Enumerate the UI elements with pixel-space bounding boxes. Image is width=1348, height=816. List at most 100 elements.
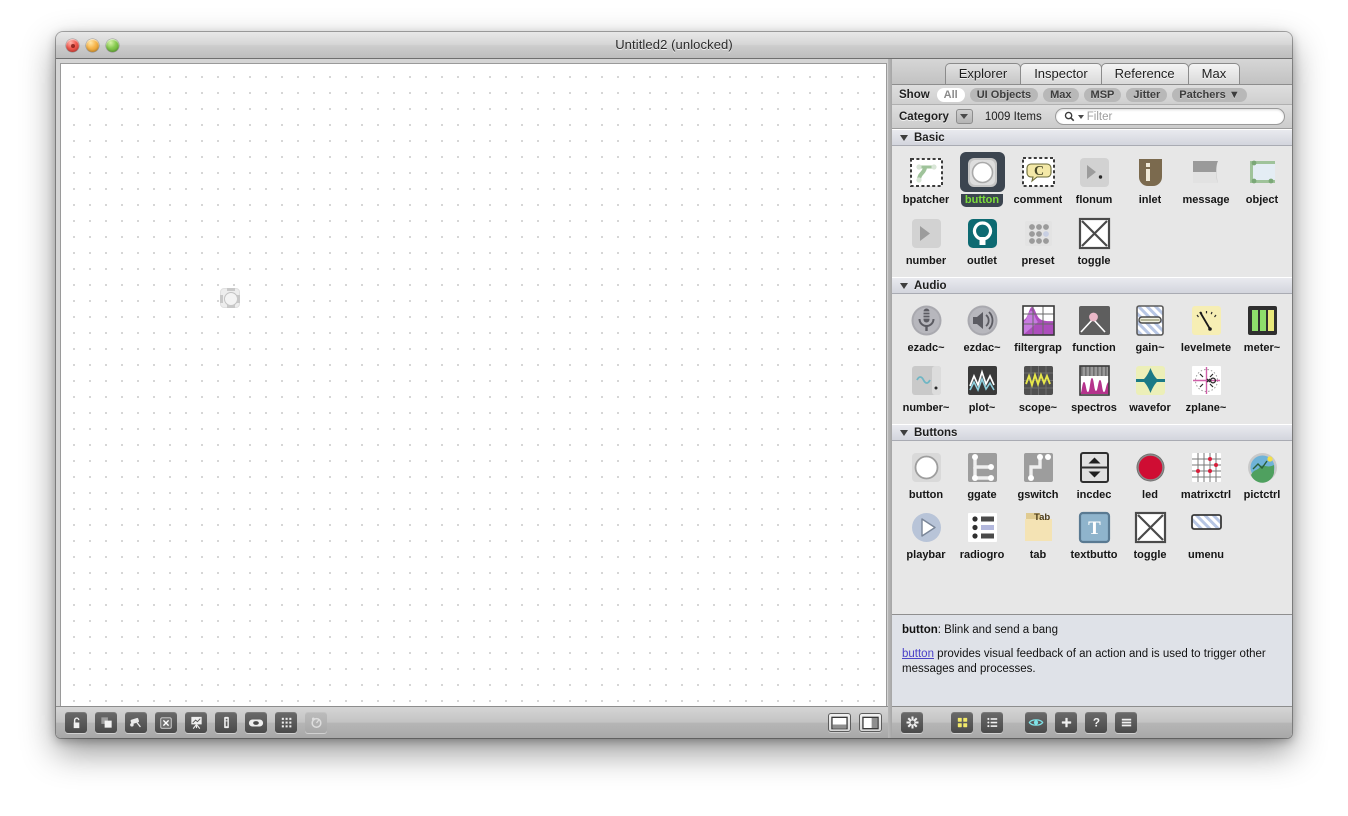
- object-cell-outlet[interactable]: outlet: [954, 213, 1010, 267]
- add-button[interactable]: [1055, 712, 1077, 733]
- canvas-bang-object[interactable]: [220, 288, 240, 308]
- filter-input[interactable]: Filter: [1087, 111, 1113, 123]
- section-header-buttons[interactable]: Buttons: [892, 424, 1292, 441]
- object-cell-preset[interactable]: preset: [1010, 213, 1066, 267]
- object-cell-toggle[interactable]: toggle: [1066, 213, 1122, 267]
- unlock-patcher-button[interactable]: [65, 712, 87, 733]
- description-body-text: provides visual feedback of an action an…: [902, 648, 1266, 676]
- search-scope-caret-icon[interactable]: [1077, 114, 1084, 119]
- object-cell-spectros[interactable]: spectros: [1066, 360, 1122, 414]
- object-icon-wrap: [1072, 447, 1117, 487]
- object-cell-gswitch[interactable]: gswitch: [1010, 447, 1066, 501]
- category-dropdown-button[interactable]: [955, 109, 973, 124]
- object-cell-umenu[interactable]: umenu: [1178, 507, 1234, 561]
- object-label: toggle: [1077, 255, 1111, 267]
- object-cell-toggle[interactable]: toggle: [1122, 507, 1178, 561]
- oval-icon: [248, 718, 264, 727]
- grid-snap-button[interactable]: [275, 712, 297, 733]
- presentation-mode-button[interactable]: [95, 712, 117, 733]
- show-filter-all[interactable]: All: [936, 87, 965, 102]
- object-cell-led[interactable]: led: [1122, 447, 1178, 501]
- object-browser[interactable]: Basic bpatcher button Ccomment flonum inlet me…: [892, 129, 1292, 614]
- show-filter-jitter[interactable]: Jitter: [1126, 87, 1168, 102]
- help-button[interactable]: ?: [1085, 712, 1107, 733]
- object-cell-flonum[interactable]: flonum: [1066, 152, 1122, 207]
- object-cell-plot-[interactable]: plot~: [954, 360, 1010, 414]
- object-icon-wrap: [1072, 300, 1117, 340]
- object-cell-ezadc-[interactable]: ezadc~: [898, 300, 954, 354]
- object-icon-wrap: [960, 507, 1005, 547]
- show-filter-patchers[interactable]: Patchers ▼: [1172, 87, 1247, 102]
- object-cell-radiogro[interactable]: radiogro: [954, 507, 1010, 561]
- object-cell-wavefor[interactable]: wavefor: [1122, 360, 1178, 414]
- close-x-button[interactable]: [155, 712, 177, 733]
- object-cell-button[interactable]: button: [954, 152, 1010, 207]
- section-header-audio[interactable]: Audio: [892, 277, 1292, 294]
- object-label: outlet: [967, 255, 997, 267]
- object-label: object: [1245, 194, 1279, 206]
- radiogroup-list-icon: [964, 509, 1001, 546]
- object-cell-object[interactable]: object: [1234, 152, 1290, 207]
- object-cell-playbar[interactable]: playbar: [898, 507, 954, 561]
- object-cell-bpatcher[interactable]: bpatcher: [898, 152, 954, 207]
- object-cell-ezdac-[interactable]: ezdac~: [954, 300, 1010, 354]
- show-filter-msp[interactable]: MSP: [1083, 87, 1122, 102]
- patcher-canvas[interactable]: [60, 63, 887, 706]
- icon-view-button[interactable]: [951, 712, 973, 733]
- tab-max[interactable]: Max: [1187, 63, 1241, 84]
- object-icon-wrap: [1184, 447, 1229, 487]
- object-cell-comment[interactable]: Ccomment: [1010, 152, 1066, 207]
- object-cell-inlet[interactable]: inlet: [1122, 152, 1178, 207]
- list-view-button[interactable]: [981, 712, 1003, 733]
- action-gear-button[interactable]: [901, 712, 923, 733]
- object-icon-wrap: [904, 152, 949, 192]
- object-cell-textbutto[interactable]: Ttextbutto: [1066, 507, 1122, 561]
- show-filter-max[interactable]: Max: [1043, 87, 1079, 102]
- tab-explorer[interactable]: Explorer: [944, 63, 1022, 84]
- matrixctrl-grid-icon: [1188, 449, 1225, 486]
- section-header-basic[interactable]: Basic: [892, 129, 1292, 146]
- object-cell-message[interactable]: message: [1178, 152, 1234, 207]
- object-icon-wrap: [1240, 447, 1285, 487]
- object-label: levelmete: [1180, 342, 1232, 354]
- object-cell-gain-[interactable]: gain~: [1122, 300, 1178, 354]
- object-cell-pictctrl[interactable]: pictctrl: [1234, 447, 1290, 501]
- object-label: inlet: [1138, 194, 1162, 206]
- object-palette-button[interactable]: [245, 712, 267, 733]
- object-cell-number-[interactable]: number~: [898, 360, 954, 414]
- description-object-link[interactable]: button: [902, 648, 934, 660]
- object-cell-matrixctrl[interactable]: matrixctrl: [1178, 447, 1234, 501]
- show-filter-row: Show All UI Objects Max MSP Jitter Patchers ▼: [892, 85, 1292, 105]
- waveform-icon: [1132, 362, 1169, 399]
- show-filter-ui-objects[interactable]: UI Objects: [969, 87, 1039, 102]
- filter-search-box[interactable]: Filter: [1054, 108, 1285, 125]
- object-icon-wrap: [1184, 300, 1229, 340]
- sidebar-bottom-toggle[interactable]: [828, 713, 851, 732]
- sidebar-right-toggle[interactable]: [859, 713, 882, 732]
- object-cell-number[interactable]: number: [898, 213, 954, 267]
- preview-button[interactable]: [1025, 712, 1047, 733]
- tab-reference[interactable]: Reference: [1100, 63, 1189, 84]
- preset-icon: [1020, 215, 1057, 252]
- object-cell-ggate[interactable]: ggate: [954, 447, 1010, 501]
- description-object-name: button: [902, 624, 938, 636]
- object-cell-function[interactable]: function: [1066, 300, 1122, 354]
- object-cell-tab[interactable]: Tab tab: [1010, 507, 1066, 561]
- bang-ring-icon: [223, 291, 238, 306]
- object-cell-zplane-[interactable]: zplane~: [1178, 360, 1234, 414]
- object-cell-scope-[interactable]: scope~: [1010, 360, 1066, 414]
- tab-inspector[interactable]: Inspector: [1020, 63, 1102, 84]
- pane-right-icon: [862, 716, 879, 729]
- object-cell-filtergrap[interactable]: filtergrap: [1010, 300, 1066, 354]
- view-options-button[interactable]: [125, 712, 147, 733]
- object-cell-levelmete[interactable]: levelmete: [1178, 300, 1234, 354]
- object-cell-incdec[interactable]: incdec: [1066, 447, 1122, 501]
- presentation-icon: [100, 717, 112, 728]
- audio-status-button[interactable]: [305, 712, 327, 733]
- inspector-button[interactable]: [215, 712, 237, 733]
- patching-view-icon: [130, 717, 141, 728]
- menu-button[interactable]: [1115, 712, 1137, 733]
- object-cell-meter-[interactable]: meter~: [1234, 300, 1290, 354]
- object-cell-button[interactable]: button: [898, 447, 954, 501]
- debug-button[interactable]: [185, 712, 207, 733]
